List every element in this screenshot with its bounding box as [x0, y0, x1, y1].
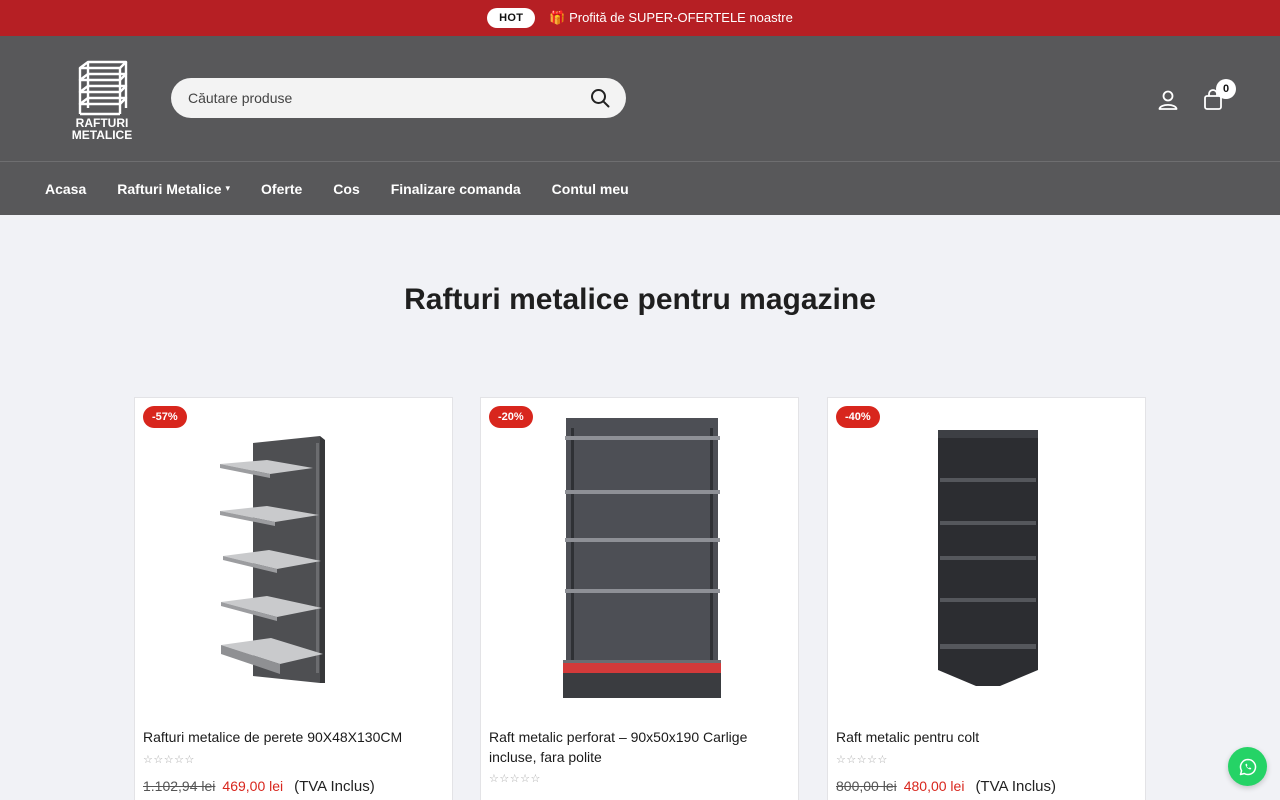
site-header: RAFTURI METALICE 0 — [0, 36, 1280, 162]
rating-stars: ☆☆☆☆☆ — [489, 773, 541, 785]
top-promo-bar: HOT 🎁 Profită de SUPER-OFERTELE noastre — [0, 0, 1280, 36]
whatsapp-chat-button[interactable] — [1228, 747, 1267, 786]
hot-badge: HOT — [487, 8, 536, 28]
vat-note: (TVA Inclus) — [975, 778, 1057, 795]
promo-link[interactable]: 🎁 Profită de SUPER-OFERTELE noastre — [549, 10, 793, 26]
search-input[interactable] — [188, 90, 588, 106]
sale-price: 480,00 lei — [903, 778, 965, 794]
product-image[interactable] — [135, 398, 454, 708]
product-title[interactable]: Raft metalic pentru colt — [836, 727, 1136, 747]
whatsapp-icon — [1239, 758, 1256, 775]
search-bar — [171, 78, 626, 118]
product-title[interactable]: Rafturi metalice de perete 90X48X130CM — [143, 727, 443, 747]
product-image[interactable] — [481, 398, 800, 708]
nav-label: Rafturi Metalice — [117, 180, 222, 197]
rating-stars: ☆☆☆☆☆ — [143, 754, 195, 766]
nav-label: Oferte — [261, 180, 303, 197]
price-row: 800,00 lei 480,00 lei (TVA Inclus) — [836, 778, 1056, 795]
nav-label: Cos — [333, 180, 360, 197]
nav-item-finalizare-comanda[interactable]: Finalizare comanda — [391, 181, 521, 197]
sale-badge: -57% — [143, 406, 187, 428]
search-icon — [591, 89, 610, 108]
nav-label: Contul meu — [551, 180, 629, 197]
sale-badge: -20% — [489, 406, 533, 428]
sale-price: 469,00 lei — [222, 778, 284, 794]
logo-text: RAFTURI METALICE — [66, 117, 138, 141]
search-button[interactable] — [588, 86, 612, 110]
sale-badge: -40% — [836, 406, 880, 428]
nav-label: Acasa — [45, 180, 87, 197]
nav-item-rafturi-metalice[interactable]: Rafturi Metalice ▾ — [117, 181, 230, 197]
product-title[interactable]: Raft metalic perforat – 90x50x190 Carlig… — [489, 727, 789, 767]
nav-item-oferte[interactable]: Oferte — [261, 181, 302, 197]
nav-label: Finalizare comanda — [390, 180, 521, 197]
main-navigation: Acasa Rafturi Metalice ▾ Oferte Cos Final… — [0, 162, 1280, 215]
nav-item-contul-meu[interactable]: Contul meu — [552, 181, 629, 197]
page-title: Rafturi metalice pentru magazine — [404, 283, 876, 316]
old-price: 1.102,94 lei — [143, 778, 216, 794]
nav-item-acasa[interactable]: Acasa — [45, 181, 86, 197]
vat-note: (TVA Inclus) — [294, 778, 375, 795]
rating-stars: ☆☆☆☆☆ — [836, 754, 888, 766]
nav-item-cos[interactable]: Cos — [333, 181, 359, 197]
product-image[interactable] — [828, 398, 1147, 708]
chevron-down-icon: ▾ — [225, 183, 231, 193]
cart-count-badge: 0 — [1216, 79, 1236, 99]
old-price: 800,00 lei — [836, 778, 897, 794]
user-icon[interactable] — [1156, 88, 1180, 112]
product-card[interactable]: -20% Raft metalic perforat – 90x50x190 C… — [480, 397, 799, 800]
price-row: 1.102,94 lei 469,00 lei (TVA Inclus) — [143, 778, 375, 795]
logo-line-2: METALICE — [71, 128, 133, 142]
product-card[interactable]: -57% Rafturi metalice de perete 90X48X13… — [134, 397, 453, 800]
product-card[interactable]: -40% Raft metalic pentru colt ☆☆☆☆☆ 800,… — [827, 397, 1146, 800]
